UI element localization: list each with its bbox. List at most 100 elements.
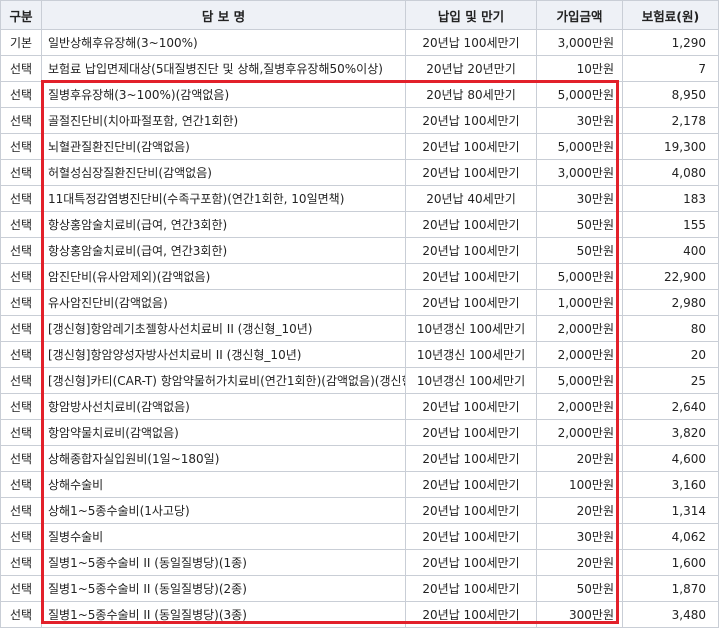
cell-premium: 3,160 xyxy=(622,471,719,498)
coverage-table: 구분 담 보 명 납입 및 만기 가입금액 보험료(원) 기본 일반상해후유장해(… xyxy=(0,0,719,628)
cell-type: 선택 xyxy=(0,367,42,394)
table-row: 선택 [갱신형]카티(CAR-T) 항암약물허가치료비(연간1회한)(감액없음)(… xyxy=(0,367,719,394)
cell-term: 20년납 100세만기 xyxy=(405,133,537,160)
cell-coverage-name: 질병1~5종수술비 II (동일질병당)(1종) xyxy=(41,549,406,576)
cell-premium: 2,178 xyxy=(622,107,719,134)
cell-type: 선택 xyxy=(0,185,42,212)
cell-type: 선택 xyxy=(0,159,42,186)
table-row: 선택 질병후유장해(3~100%)(감액없음) 20년납 80세만기 5,000만원 8… xyxy=(0,81,719,108)
table-row: 선택 질병1~5종수술비 II (동일질병당)(3종) 20년납 100세만기 300… xyxy=(0,601,719,628)
cell-coverage-name: 항상홍암술치료비(급여, 연간3회한) xyxy=(41,237,406,264)
table-row: 선택 상해수술비 20년납 100세만기 100만원 3,160 xyxy=(0,471,719,498)
cell-term: 20년납 100세만기 xyxy=(405,523,537,550)
column-header-type: 구분 xyxy=(0,0,42,30)
cell-premium: 2,640 xyxy=(622,393,719,420)
cell-amount: 50만원 xyxy=(536,575,623,602)
table-row: 선택 뇌혈관질환진단비(감액없음) 20년납 100세만기 5,000만원 19,300 xyxy=(0,133,719,160)
cell-term: 20년납 100세만기 xyxy=(405,445,537,472)
cell-amount: 30만원 xyxy=(536,185,623,212)
column-header-premium: 보험료(원) xyxy=(622,0,719,30)
table-row: 선택 골절진단비(치아파절포함, 연간1회한) 20년납 100세만기 30만원 2,1… xyxy=(0,107,719,134)
table-row: 선택 11대특정감염병진단비(수족구포함)(연간1회한, 10일면책) 20년납 4… xyxy=(0,185,719,212)
cell-term: 10년갱신 100세만기 xyxy=(405,315,537,342)
cell-premium: 25 xyxy=(622,367,719,394)
cell-type: 선택 xyxy=(0,445,42,472)
cell-amount: 30만원 xyxy=(536,523,623,550)
cell-term: 20년납 100세만기 xyxy=(405,289,537,316)
cell-premium: 4,080 xyxy=(622,159,719,186)
cell-amount: 1,000만원 xyxy=(536,289,623,316)
cell-term: 20년납 100세만기 xyxy=(405,159,537,186)
cell-amount: 10만원 xyxy=(536,55,623,82)
cell-coverage-name: 질병수술비 xyxy=(41,523,406,550)
cell-coverage-name: 일반상해후유장해(3~100%) xyxy=(41,29,406,56)
cell-premium: 1,290 xyxy=(622,29,719,56)
cell-amount: 300만원 xyxy=(536,601,623,628)
cell-amount: 20만원 xyxy=(536,549,623,576)
cell-coverage-name: 항암약물치료비(감액없음) xyxy=(41,419,406,446)
cell-amount: 2,000만원 xyxy=(536,341,623,368)
cell-premium: 20 xyxy=(622,341,719,368)
cell-amount: 5,000만원 xyxy=(536,263,623,290)
cell-term: 20년납 40세만기 xyxy=(405,185,537,212)
cell-coverage-name: 상해1~5종수술비(1사고당) xyxy=(41,497,406,524)
cell-type: 선택 xyxy=(0,601,42,628)
cell-type: 선택 xyxy=(0,575,42,602)
cell-type: 선택 xyxy=(0,523,42,550)
cell-coverage-name: 허혈성심장질환진단비(감액없음) xyxy=(41,159,406,186)
cell-type: 선택 xyxy=(0,419,42,446)
table-row: 선택 유사암진단비(감액없음) 20년납 100세만기 1,000만원 2,980 xyxy=(0,289,719,316)
cell-amount: 2,000만원 xyxy=(536,419,623,446)
cell-type: 선택 xyxy=(0,471,42,498)
cell-coverage-name: 질병1~5종수술비 II (동일질병당)(3종) xyxy=(41,601,406,628)
table-row: 선택 허혈성심장질환진단비(감액없음) 20년납 100세만기 3,000만원 4,08… xyxy=(0,159,719,186)
cell-term: 10년갱신 100세만기 xyxy=(405,367,537,394)
table-row: 선택 질병1~5종수술비 II (동일질병당)(2종) 20년납 100세만기 50만… xyxy=(0,575,719,602)
cell-amount: 5,000만원 xyxy=(536,81,623,108)
cell-amount: 5,000만원 xyxy=(536,367,623,394)
cell-coverage-name: [갱신형]항암레기초젤항사선치료비 II (갱신형_10년) xyxy=(41,315,406,342)
table-row: 선택 질병1~5종수술비 II (동일질병당)(1종) 20년납 100세만기 20만… xyxy=(0,549,719,576)
cell-coverage-name: 항상홍암술치료비(급여, 연간3회한) xyxy=(41,211,406,238)
cell-coverage-name: 보험료 납입면제대상(5대질병진단 및 상해,질병후유장해50%이상) xyxy=(41,55,406,82)
cell-coverage-name: 항암방사선치료비(감액없음) xyxy=(41,393,406,420)
cell-type: 선택 xyxy=(0,497,42,524)
cell-type: 선택 xyxy=(0,237,42,264)
cell-type: 선택 xyxy=(0,393,42,420)
table-row: 선택 질병수술비 20년납 100세만기 30만원 4,062 xyxy=(0,523,719,550)
cell-amount: 30만원 xyxy=(536,107,623,134)
table-row: 선택 항암방사선치료비(감액없음) 20년납 100세만기 2,000만원 2,640 xyxy=(0,393,719,420)
cell-term: 20년납 100세만기 xyxy=(405,549,537,576)
cell-term: 20년납 100세만기 xyxy=(405,107,537,134)
cell-type: 선택 xyxy=(0,107,42,134)
cell-term: 10년갱신 100세만기 xyxy=(405,341,537,368)
table-row: 선택 보험료 납입면제대상(5대질병진단 및 상해,질병후유장해50%이상) 20년… xyxy=(0,55,719,82)
cell-term: 20년납 100세만기 xyxy=(405,237,537,264)
cell-coverage-name: [갱신형]카티(CAR-T) 항암약물허가치료비(연간1회한)(감액없음)(갱신… xyxy=(41,367,406,394)
cell-premium: 4,062 xyxy=(622,523,719,550)
table-row: 선택 항상홍암술치료비(급여, 연간3회한) 20년납 100세만기 50만원 155 xyxy=(0,211,719,238)
table-row: 선택 [갱신형]항암양성자방사선치료비 II (갱신형_10년) 10년갱신 100… xyxy=(0,341,719,368)
cell-term: 20년납 100세만기 xyxy=(405,419,537,446)
cell-term: 20년납 100세만기 xyxy=(405,211,537,238)
cell-type: 선택 xyxy=(0,263,42,290)
cell-amount: 2,000만원 xyxy=(536,315,623,342)
cell-term: 20년납 80세만기 xyxy=(405,81,537,108)
table-row: 선택 항암약물치료비(감액없음) 20년납 100세만기 2,000만원 3,820 xyxy=(0,419,719,446)
cell-amount: 50만원 xyxy=(536,211,623,238)
cell-coverage-name: 암진단비(유사암제외)(감액없음) xyxy=(41,263,406,290)
cell-type: 선택 xyxy=(0,289,42,316)
column-header-amount: 가입금액 xyxy=(536,0,623,30)
cell-premium: 155 xyxy=(622,211,719,238)
cell-coverage-name: 질병1~5종수술비 II (동일질병당)(2종) xyxy=(41,575,406,602)
table-header: 구분 담 보 명 납입 및 만기 가입금액 보험료(원) xyxy=(0,0,719,30)
cell-premium: 1,870 xyxy=(622,575,719,602)
cell-term: 20년납 100세만기 xyxy=(405,575,537,602)
cell-type: 선택 xyxy=(0,55,42,82)
cell-term: 20년납 20년만기 xyxy=(405,55,537,82)
cell-premium: 19,300 xyxy=(622,133,719,160)
table-row: 선택 상해종합자실입원비(1일~180일) 20년납 100세만기 20만원 4,600 xyxy=(0,445,719,472)
cell-coverage-name: 질병후유장해(3~100%)(감액없음) xyxy=(41,81,406,108)
cell-term: 20년납 100세만기 xyxy=(405,497,537,524)
cell-premium: 1,314 xyxy=(622,497,719,524)
